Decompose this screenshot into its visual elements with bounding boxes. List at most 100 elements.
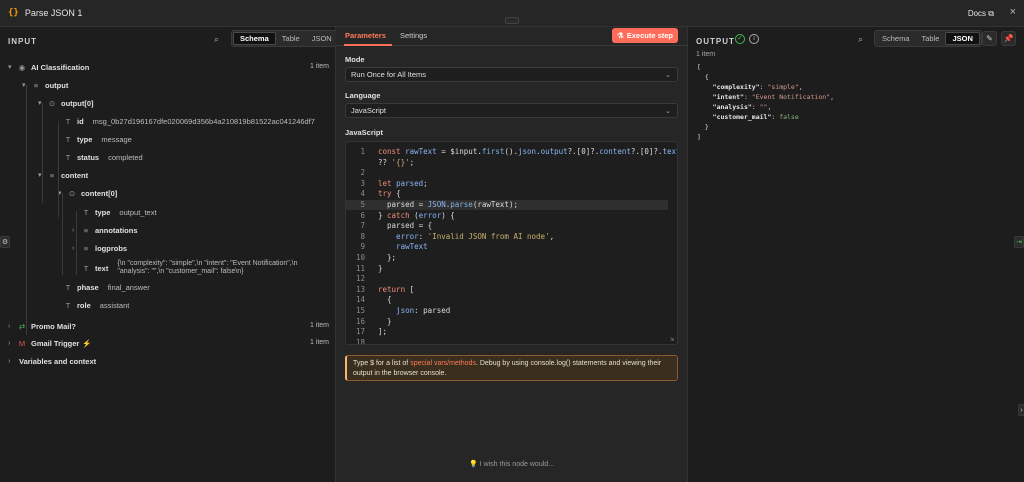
tree-key: status — [77, 152, 100, 162]
view-schema-button[interactable]: Schema — [233, 32, 276, 45]
code-token: , — [549, 231, 555, 241]
docs-link[interactable]: Docs ⧉ — [968, 9, 994, 19]
code-line: 15 json: parsed — [346, 306, 668, 316]
code-token: rawText — [405, 147, 437, 156]
line-number: 7 — [360, 221, 365, 231]
docs-label: Docs — [967, 9, 987, 18]
tree-row[interactable]: ▾ ≡ content — [38, 166, 88, 184]
code-line: 10 }; — [346, 253, 668, 263]
code-token: content — [599, 147, 631, 156]
collapse-handle-icon[interactable]: › — [1018, 404, 1024, 416]
mode-select[interactable]: Run Once for All Items ⌄ — [345, 67, 678, 82]
special-vars-link[interactable]: special vars/methods — [410, 360, 476, 367]
language-select[interactable]: JavaScript ⌄ — [345, 103, 678, 118]
output-connector-icon[interactable]: ⇥ — [1014, 236, 1024, 248]
search-icon[interactable]: ⌕ — [858, 34, 863, 45]
code-token: ; — [409, 157, 415, 167]
object-icon: ⊙ — [48, 98, 56, 108]
json-token: ] — [697, 133, 701, 141]
tree-row[interactable]: Ttext {\n "complexity": "simple",\n "inte… — [72, 257, 298, 279]
tree-row[interactable]: ▾ ⊙ output[0] — [38, 94, 94, 112]
tree-row[interactable]: Tid msg_0b27d196167dfe020069d356b4a210819… — [54, 112, 315, 130]
code-token: text — [662, 147, 677, 156]
list-icon: ≡ — [83, 225, 89, 235]
text-type-icon: T — [83, 263, 89, 273]
tree-row[interactable]: › Variables and context — [8, 352, 96, 370]
code-line: 11} — [346, 264, 668, 274]
code-token: first — [481, 147, 505, 156]
view-table-button[interactable]: Table — [276, 32, 306, 45]
tree-key: role — [77, 300, 91, 310]
feedback-link[interactable]: 💡 I wish this node would... — [469, 460, 554, 468]
tree-row[interactable]: › M Gmail Trigger ⚡ — [8, 334, 92, 352]
tree-row[interactable]: › ≡ logprobs — [72, 239, 127, 257]
code-token: ?.[0]?. — [567, 147, 600, 156]
mode-value: Run Once for All Items — [351, 70, 427, 79]
tree-row[interactable]: Ttype message — [54, 130, 132, 148]
tree-key: type — [95, 207, 111, 217]
execute-step-label: Execute step — [626, 31, 673, 40]
line-number: 5 — [360, 200, 365, 209]
tree-key: output — [45, 80, 69, 90]
code-line: 5 parsed = JSON.parse(rawText); — [346, 200, 668, 210]
code-editor[interactable]: 1 const rawText = $input.first().json.out… — [345, 141, 678, 345]
drag-handle[interactable] — [505, 17, 519, 24]
close-icon[interactable]: × — [1010, 7, 1016, 18]
tree-row[interactable]: Trole assistant — [54, 296, 130, 314]
tree-row[interactable]: ▾ ≡ output — [22, 76, 68, 94]
tree-row[interactable]: › ⇄ Promo Mail? — [8, 317, 76, 335]
view-schema-button[interactable]: Schema — [876, 32, 916, 45]
line-number: 11 — [355, 263, 365, 273]
search-icon[interactable]: ⌕ — [214, 34, 219, 45]
output-json-viewer[interactable]: [ { "complexity": "simple", "intent": "E… — [697, 62, 1017, 160]
tree-key: type — [77, 134, 93, 144]
input-panel: INPUT ⌕ Schema Table JSON ▾ ◉ AI Classific… — [0, 27, 340, 482]
object-icon: ⊙ — [68, 188, 76, 198]
view-json-button[interactable]: JSON — [306, 32, 338, 45]
tree-row[interactable]: Tphase final_answer — [54, 278, 150, 296]
settings-gear-icon[interactable]: ⚙ — [0, 236, 10, 248]
tree-row[interactable]: ▾ ⊙ content[0] — [58, 184, 117, 202]
view-json-button[interactable]: JSON — [945, 32, 980, 45]
view-table-button[interactable]: Table — [916, 32, 946, 45]
code-token: } — [378, 210, 388, 220]
line-number: 18 — [355, 337, 365, 345]
chevron-down-icon[interactable]: ▾ — [8, 63, 16, 71]
code-line: 1 const rawText = $input.first().json.out… — [346, 147, 677, 157]
json-line: "complexity": "simple", — [697, 82, 803, 92]
language-label: Language — [345, 91, 381, 100]
code-token: (rawText); — [472, 200, 518, 209]
tree-key: Promo Mail? — [31, 321, 77, 331]
text-type-icon: T — [65, 300, 71, 310]
tree-value: completed — [108, 152, 143, 162]
list-icon: ≡ — [33, 80, 39, 90]
chevron-right-icon[interactable]: › — [8, 323, 16, 330]
text-value-line: {\n "complexity": "simple",\n "intent": … — [117, 260, 298, 267]
info-icon[interactable]: i — [749, 34, 759, 44]
json-token: : — [743, 93, 752, 101]
code-line: 17]; — [346, 327, 668, 337]
json-token: { — [697, 73, 709, 81]
line-number: 9 — [360, 242, 365, 252]
edit-pencil-icon[interactable]: ✎ — [982, 31, 997, 46]
tree-row[interactable]: Tstatus completed — [54, 148, 143, 166]
tab-settings[interactable]: Settings — [400, 31, 427, 40]
json-token: "customer_mail" — [697, 113, 772, 121]
execute-step-button[interactable]: ⚗ Execute step — [612, 28, 678, 43]
tree-row[interactable]: › ≡ annotations — [72, 221, 138, 239]
chevron-right-icon[interactable]: › — [8, 340, 16, 347]
pin-icon[interactable]: 📌 — [1001, 31, 1016, 46]
node-title[interactable]: Parse JSON 1 — [25, 8, 83, 18]
code-token: } — [378, 316, 392, 326]
resize-handle-icon[interactable]: ⇲ — [670, 335, 674, 343]
chevron-right-icon[interactable]: › — [8, 358, 16, 365]
tab-parameters[interactable]: Parameters — [345, 31, 386, 40]
tree-value: assistant — [99, 300, 130, 310]
tree-row[interactable]: ▾ ◉ AI Classification — [8, 58, 89, 76]
trigger-bolt-icon: ⚡ — [82, 338, 92, 348]
output-item-count: 1 item — [696, 51, 716, 58]
tree-row[interactable]: Ttype output_text — [72, 203, 157, 221]
json-line: "analysis": "", — [697, 102, 772, 112]
line-number: 17 — [355, 327, 365, 337]
code-token: parsed = { — [378, 221, 433, 231]
